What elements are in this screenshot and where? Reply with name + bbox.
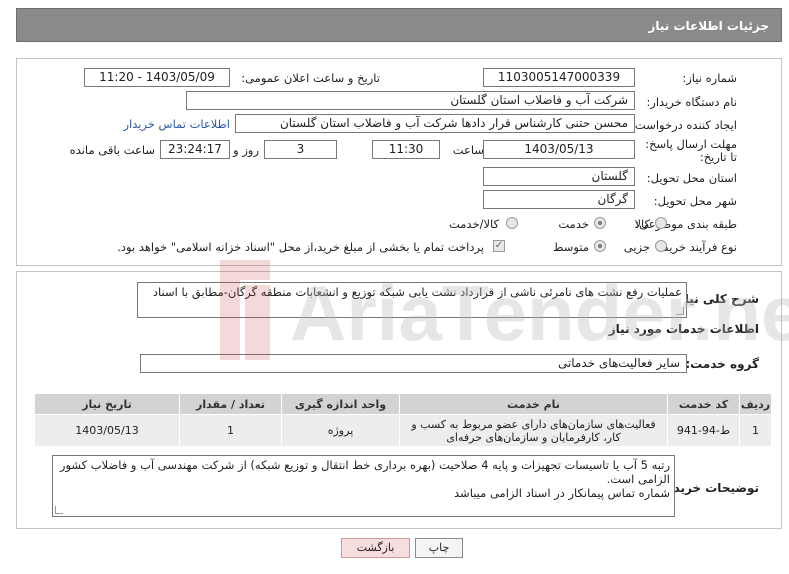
buyer-notes-line-1: رتبه 5 آب یا تاسیسات تجهیزات و پایه 4 صل… <box>59 458 670 486</box>
summary-textarea: عملیات رفع نشت های نامرئی ناشی از قراردا… <box>137 282 687 318</box>
province-label: استان محل تحویل: <box>646 171 737 185</box>
process-medium-radio[interactable] <box>594 240 606 252</box>
creator-label: ایجاد کننده درخواست: <box>631 118 737 132</box>
remaining-time-field: 23:24:17 <box>160 140 230 159</box>
col-date-header: تاریخ نیاز <box>34 393 180 415</box>
announce-label: تاریخ و ساعت اعلان عمومی: <box>241 71 380 85</box>
back-button[interactable]: بازگشت <box>341 538 410 558</box>
process-minor-radio[interactable] <box>655 240 667 252</box>
category-service-radio[interactable] <box>594 217 606 229</box>
cell-name: فعالیت‌های سازمان‌های دارای عضو مربوط به… <box>399 414 668 447</box>
table-row: 1 ط-94-941 فعالیت‌های سازمان‌های دارای ع… <box>34 414 772 447</box>
col-name-header: نام خدمت <box>399 393 668 415</box>
payment-checkbox[interactable]: ✓ <box>493 240 505 252</box>
category-service-label: خدمت <box>558 217 589 231</box>
col-code-header: کد خدمت <box>667 393 740 415</box>
process-medium-label: متوسط <box>552 240 589 254</box>
deadline-time-field: 11:30 <box>372 140 440 159</box>
service-group-label: گروه خدمت: <box>685 357 759 371</box>
cell-date: 1403/05/13 <box>34 414 180 447</box>
province-field: گلستان <box>483 167 635 186</box>
cell-code: ط-94-941 <box>667 414 740 447</box>
announce-field: 1403/05/09 - 11:20 <box>84 68 230 87</box>
col-qty-header: تعداد / مقدار <box>179 393 282 415</box>
deadline-date-field: 1403/05/13 <box>483 140 635 159</box>
service-group-field: سایر فعالیت‌های خدماتی <box>140 354 687 373</box>
remaining-label: ساعت باقی مانده <box>69 143 155 157</box>
col-row-header: ردیف <box>739 393 772 415</box>
cell-unit: پروژه <box>281 414 400 447</box>
resize-grip-icon <box>55 506 63 514</box>
cell-row: 1 <box>739 414 772 447</box>
city-field: گرگان <box>483 190 635 209</box>
cell-qty: 1 <box>179 414 282 447</box>
contact-info-link[interactable]: اطلاعات تماس خریدار <box>123 117 230 131</box>
page-title-bar: جزئیات اطلاعات نیاز <box>16 8 782 42</box>
need-number-label: شماره نیاز: <box>682 71 737 85</box>
table-header-row: ردیف کد خدمت نام خدمت واحد اندازه گیری ت… <box>34 393 772 415</box>
col-unit-header: واحد اندازه گیری <box>281 393 400 415</box>
payment-note: پرداخت تمام یا بخشی از مبلغ خرید،از محل … <box>117 240 484 254</box>
print-button[interactable]: چاپ <box>415 538 463 558</box>
buyer-org-label: نام دستگاه خریدار: <box>646 95 737 109</box>
buyer-notes-line-2: شماره تماس پیمانکار در اسناد الزامی میبا… <box>454 486 670 500</box>
category-goods-label: کالا <box>634 217 650 231</box>
process-label: نوع فرآیند خرید : <box>655 240 737 254</box>
summary-text: عملیات رفع نشت های نامرئی ناشی از قراردا… <box>152 285 682 299</box>
city-label: شهر محل تحویل: <box>653 194 737 208</box>
creator-field: محسن حتنی کارشناس قرار دادها شرکت آب و ف… <box>235 114 635 133</box>
page-title: جزئیات اطلاعات نیاز <box>648 19 769 33</box>
category-goods-service-label: کالا/خدمت <box>448 217 499 231</box>
category-label: طبقه بندی موضوعی: <box>635 217 737 231</box>
process-minor-label: جزیی <box>623 240 650 254</box>
resize-grip-icon <box>676 307 684 315</box>
buyer-org-field: شرکت آب و فاضلاب استان گلستان <box>186 91 635 110</box>
services-section-title: اطلاعات خدمات مورد نیاز <box>608 322 759 336</box>
category-goods-radio[interactable] <box>655 217 667 229</box>
buyer-notes-textarea: رتبه 5 آب یا تاسیسات تجهیزات و پایه 4 صل… <box>52 455 675 517</box>
days-label: روز و <box>233 143 259 157</box>
category-goods-service-radio[interactable] <box>506 217 518 229</box>
services-table: ردیف کد خدمت نام خدمت واحد اندازه گیری ت… <box>34 393 772 447</box>
deadline-label: مهلت ارسال پاسخ: تا تاریخ: <box>645 137 737 164</box>
days-field: 3 <box>264 140 337 159</box>
need-number-field: 1103005147000339 <box>483 68 635 87</box>
deadline-time-label: ساعت <box>452 143 484 157</box>
